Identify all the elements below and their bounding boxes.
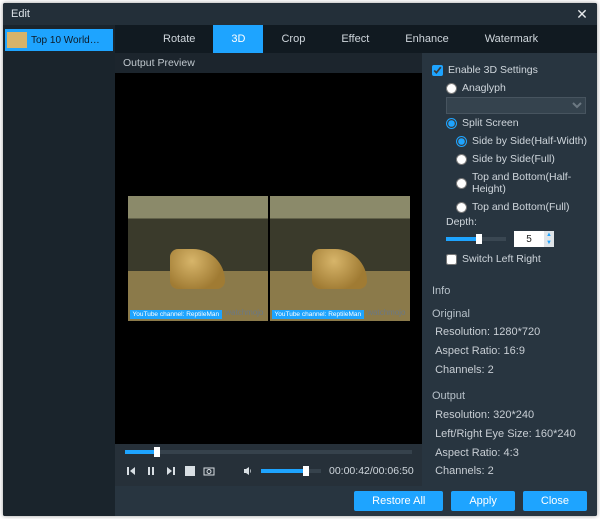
channel-badge: YouTube channel: ReptileMan — [272, 310, 365, 319]
seek-bar[interactable] — [125, 450, 412, 454]
close-icon[interactable]: ✕ — [575, 7, 589, 21]
watermark-text: watchmojo — [225, 308, 263, 317]
spinner-down-icon[interactable]: ▼ — [544, 239, 554, 247]
sidebar: Top 10 World… — [3, 25, 115, 516]
split-screen-radio[interactable]: Split Screen — [446, 117, 587, 129]
tab-enhance[interactable]: Enhance — [387, 25, 466, 53]
sbs-half-radio[interactable]: Side by Side(Half-Width) — [456, 135, 587, 147]
anaglyph-select: Red/cyan anaglyph, full color — [446, 97, 586, 114]
tb-full-radio[interactable]: Top and Bottom(Full) — [456, 201, 587, 213]
anaglyph-radio[interactable]: Anaglyph — [446, 82, 587, 94]
switch-lr-checkbox[interactable]: Switch Left Right — [446, 253, 587, 265]
preview-left-eye: YouTube channel: ReptileMan watchmojo — [128, 196, 268, 321]
tab-crop[interactable]: Crop — [263, 25, 323, 53]
close-button[interactable]: Close — [523, 491, 587, 511]
next-frame-icon[interactable] — [165, 464, 177, 478]
enable-3d-checkbox[interactable]: Enable 3D Settings — [432, 64, 587, 76]
volume-icon[interactable] — [241, 464, 255, 478]
info-block: Info Original Resolution: 1280*720 Aspec… — [432, 282, 587, 481]
tb-half-radio[interactable]: Top and Bottom(Half-Height) — [456, 171, 587, 195]
time-display: 00:00:42/00:06:50 — [329, 465, 414, 477]
depth-slider[interactable] — [446, 237, 506, 241]
pause-icon[interactable] — [145, 464, 157, 478]
sidebar-item-video[interactable]: Top 10 World… — [5, 29, 113, 51]
footer: Restore All Apply Close — [115, 486, 597, 516]
stop-icon[interactable] — [185, 464, 195, 478]
thumbnail-image — [7, 32, 27, 48]
snapshot-icon[interactable] — [203, 464, 215, 478]
channel-badge: YouTube channel: ReptileMan — [130, 310, 223, 319]
tab-watermark[interactable]: Watermark — [467, 25, 556, 53]
player-controls: 00:00:42/00:06:50 — [115, 444, 422, 486]
tab-effect[interactable]: Effect — [323, 25, 387, 53]
restore-all-button[interactable]: Restore All — [354, 491, 443, 511]
preview-header: Output Preview — [115, 53, 422, 73]
thumbnail-label: Top 10 World… — [31, 35, 100, 46]
preview-right-eye: YouTube channel: ReptileMan watchmojo — [270, 196, 410, 321]
tab-bar: Rotate 3D Crop Effect Enhance Watermark — [115, 25, 597, 53]
sbs-full-radio[interactable]: Side by Side(Full) — [456, 153, 587, 165]
video-preview: YouTube channel: ReptileMan watchmojo Yo… — [115, 73, 422, 444]
depth-spinner[interactable]: 5 ▲▼ — [514, 231, 554, 247]
depth-label: Depth: — [446, 216, 587, 228]
spinner-up-icon[interactable]: ▲ — [544, 231, 554, 239]
watermark-text: watchmojo — [367, 308, 405, 317]
tab-rotate[interactable]: Rotate — [145, 25, 213, 53]
apply-button[interactable]: Apply — [451, 491, 515, 511]
volume-slider[interactable] — [261, 469, 321, 473]
prev-frame-icon[interactable] — [125, 464, 137, 478]
window-title: Edit — [11, 8, 30, 20]
tab-3d[interactable]: 3D — [213, 25, 263, 53]
settings-panel: Enable 3D Settings Anaglyph Red/cyan ana… — [422, 53, 597, 486]
